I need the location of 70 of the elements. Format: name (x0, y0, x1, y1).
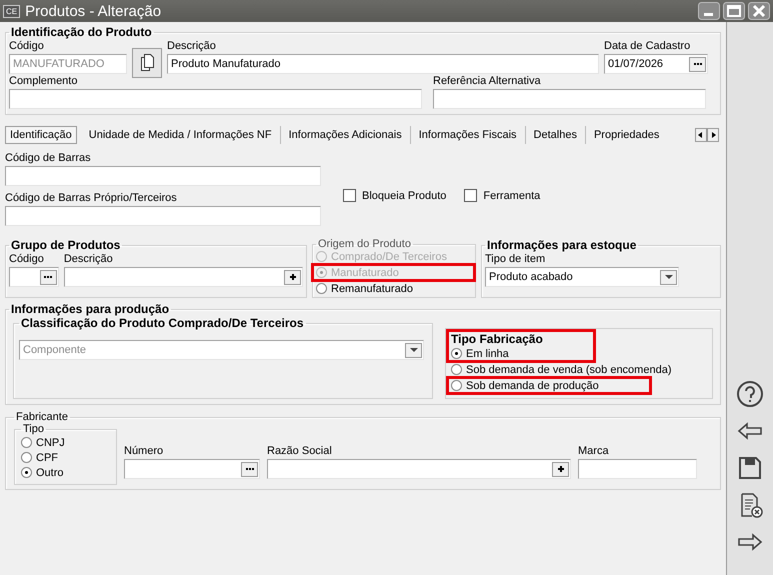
field-label: Código (9, 39, 45, 54)
tab[interactable]: Informações Fiscais (410, 126, 526, 144)
field-label: Marca (578, 444, 610, 459)
radio-option[interactable]: Em linha (451, 347, 543, 360)
field-label: Descrição (64, 252, 114, 267)
group-title: Informações para estoque (486, 238, 638, 252)
plus-icon (288, 272, 298, 282)
field-label: Complemento (9, 74, 78, 89)
radio-option[interactable]: CPF (21, 450, 110, 465)
copy-button[interactable] (132, 48, 162, 78)
dropdown-field[interactable]: Produto acabado (485, 267, 679, 287)
field-label: Referência Alternativa (433, 74, 542, 89)
scroll-right-button[interactable] (707, 128, 719, 142)
group-title: Fabricante (15, 411, 69, 423)
lookup-button[interactable] (689, 56, 706, 72)
group-title: Identificação do Produto (10, 25, 153, 39)
radio-option[interactable]: Sob demanda de produção (451, 379, 599, 392)
documents-icon (140, 54, 154, 72)
text-field[interactable] (5, 206, 321, 226)
field-label: Data de Cadastro (604, 39, 692, 54)
radio-option[interactable]: Sob demanda de venda (sob encomenda) (451, 363, 707, 376)
radio-option[interactable]: Outro (21, 465, 110, 480)
scroll-left-button[interactable] (695, 128, 707, 142)
lookup-button[interactable] (241, 462, 258, 476)
add-button[interactable] (284, 270, 301, 284)
window-title: Produtos - Alteração (25, 2, 162, 20)
save-button[interactable] (736, 454, 764, 482)
tab[interactable]: Informações Adicionais (280, 126, 411, 144)
text-field[interactable] (9, 267, 59, 287)
field-label: Código de Barras (5, 151, 92, 166)
text-field[interactable] (9, 89, 422, 109)
checkbox[interactable]: Bloqueia Produto (343, 188, 446, 203)
group-title: Origem do Produto (317, 238, 412, 250)
tab[interactable]: Unidade de Medida / Informações NF (80, 126, 281, 144)
group-title: Classificação do Produto Comprado/De Terceiros (20, 316, 305, 330)
caret-icon (408, 345, 418, 355)
add-button[interactable] (552, 462, 569, 476)
group-title: Tipo (22, 423, 45, 435)
field-label: Razão Social (267, 444, 333, 459)
lookup-button[interactable] (40, 270, 57, 284)
text-field[interactable] (5, 166, 321, 186)
date-field[interactable]: 01/07/2026 (604, 54, 708, 74)
app-logo: CE (3, 4, 20, 18)
text-field[interactable] (433, 89, 706, 109)
text-field[interactable] (267, 459, 571, 479)
field-label: Código (9, 252, 45, 267)
minimize-button[interactable] (698, 2, 720, 20)
text-field[interactable]: Produto Manufaturado (167, 54, 599, 74)
tab[interactable]: Identificação (5, 126, 77, 144)
close-button[interactable] (748, 2, 770, 20)
maximize-button[interactable] (723, 2, 745, 20)
group-title: Tipo Fabricação (451, 332, 543, 347)
radio-option[interactable]: CNPJ (21, 435, 110, 450)
text-field[interactable] (578, 459, 697, 479)
field-label: Descrição (167, 39, 217, 54)
group-title: Informações para produção (10, 302, 170, 316)
tab[interactable]: Propriedades (586, 126, 668, 144)
field-label: Código de Barras Próprio/Terceiros (5, 191, 178, 206)
help-button[interactable] (736, 380, 764, 408)
radio-option[interactable]: Remanufaturado (316, 282, 472, 295)
field-label: Número (124, 444, 164, 459)
plus-icon (556, 464, 566, 474)
checkbox[interactable]: Ferramenta (464, 188, 540, 203)
caret-icon (664, 272, 674, 282)
text-field[interactable] (64, 267, 303, 287)
field-label: Tipo de item (485, 252, 546, 267)
text-field[interactable] (124, 459, 260, 479)
dropdown-button[interactable] (660, 270, 677, 284)
group-title: Grupo de Produtos (10, 238, 122, 252)
tab[interactable]: Detalhes (526, 126, 586, 144)
